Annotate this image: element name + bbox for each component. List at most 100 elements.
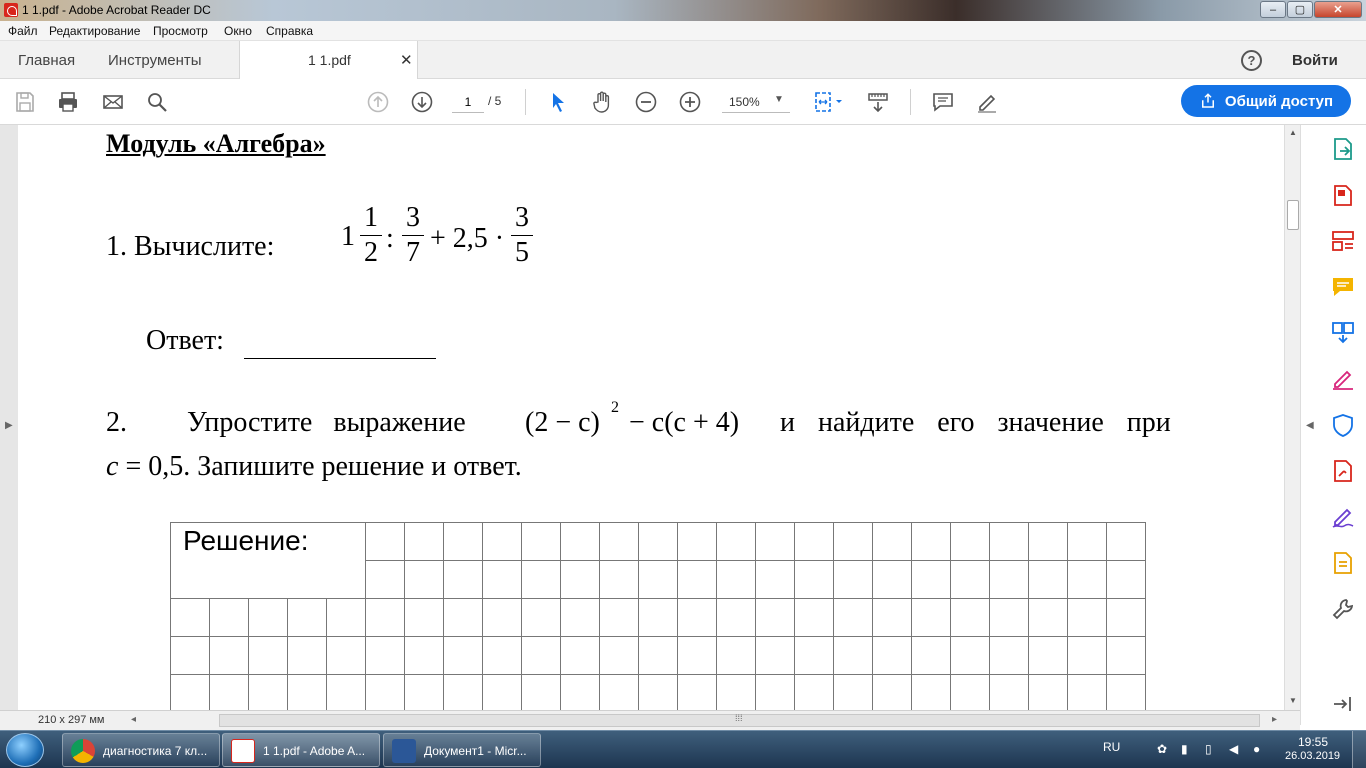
tab-document-label: 1 1.pdf xyxy=(308,52,351,68)
question-1-label: 1. Вычислите: xyxy=(106,231,275,262)
start-button[interactable] xyxy=(6,733,44,767)
taskbar-word-label: Документ1 - Micr... xyxy=(424,744,527,758)
search-icon[interactable] xyxy=(144,89,170,115)
grid-line xyxy=(677,522,678,710)
toolbar-divider xyxy=(525,89,526,115)
next-page-icon[interactable] xyxy=(409,89,435,115)
taskbar-word[interactable]: Документ1 - Micr... xyxy=(383,733,541,767)
menu-edit[interactable]: Редактирование xyxy=(49,24,140,38)
grid-line xyxy=(365,522,366,710)
protect-shield-icon[interactable] xyxy=(1330,412,1356,438)
scroll-thumb[interactable] xyxy=(1287,200,1299,230)
grid-line xyxy=(1067,522,1068,710)
window-title-bar: 1 1.pdf - Adobe Acrobat Reader DC – ▢ ✕ xyxy=(0,0,1366,21)
tray-app-icon[interactable]: ✿ xyxy=(1157,742,1171,756)
show-desktop-button[interactable] xyxy=(1352,731,1366,768)
exponent: 2 xyxy=(611,399,619,416)
scroll-right-icon[interactable]: ▸ xyxy=(1272,714,1277,725)
tools-wrench-icon[interactable] xyxy=(1330,596,1356,622)
menu-help[interactable]: Справка xyxy=(266,24,313,38)
volume-icon[interactable]: ◀ xyxy=(1229,742,1243,756)
collapse-panel-icon[interactable] xyxy=(1330,691,1356,717)
scroll-down-icon[interactable]: ▼ xyxy=(1289,696,1297,705)
create-pdf-icon[interactable] xyxy=(1330,182,1356,208)
sign-in-button[interactable]: Войти xyxy=(1292,52,1338,69)
send-signature-icon[interactable] xyxy=(1330,504,1356,530)
tab-document[interactable]: 1 1.pdf ✕ xyxy=(239,41,418,79)
horizontal-scrollbar[interactable]: ⁞⁞⁞ xyxy=(219,713,1260,727)
fraction-1-denominator: 2 xyxy=(364,237,378,268)
comment-tool-icon[interactable] xyxy=(1330,274,1356,300)
tab-tools[interactable]: Инструменты xyxy=(108,52,202,69)
network-icon[interactable]: ▮ xyxy=(1181,742,1195,756)
scroll-grip[interactable]: ⁞⁞⁞ xyxy=(735,713,743,723)
grid-line xyxy=(443,522,444,710)
grid-line xyxy=(755,522,756,710)
word-icon xyxy=(392,739,416,763)
plus-term: + 2,5 · xyxy=(430,223,505,254)
save-icon[interactable] xyxy=(12,89,38,115)
export-pdf-icon[interactable] xyxy=(1330,136,1356,162)
minimize-button[interactable]: – xyxy=(1260,1,1286,18)
right-panel-toggle-icon[interactable]: ◀ xyxy=(1306,420,1314,431)
hand-tool-icon[interactable] xyxy=(589,89,615,115)
module-heading: Модуль «Алгебра» xyxy=(106,129,326,158)
tab-bar: Главная Инструменты 1 1.pdf ✕ ? Войти xyxy=(0,41,1366,79)
tab-home[interactable]: Главная xyxy=(18,52,75,69)
notification-icon[interactable]: ● xyxy=(1253,742,1267,756)
clock-date[interactable]: 26.03.2019 xyxy=(1285,750,1340,762)
maximize-button[interactable]: ▢ xyxy=(1287,1,1313,18)
organize-pages-icon[interactable] xyxy=(1330,228,1356,254)
chrome-icon xyxy=(71,739,95,763)
share-button[interactable]: Общий доступ xyxy=(1181,85,1351,117)
highlight-pen-icon[interactable] xyxy=(974,89,1000,115)
stamp-document-icon[interactable] xyxy=(1330,550,1356,576)
email-icon[interactable] xyxy=(100,89,126,115)
page-number-input[interactable] xyxy=(452,91,484,113)
toolbar: / 5 150% ▼ Общий доступ xyxy=(0,79,1366,125)
fraction-3-denominator: 5 xyxy=(515,237,529,268)
select-tool-icon[interactable] xyxy=(545,89,571,115)
grid-line xyxy=(950,522,951,710)
expression-part-2: − c(c + 4) xyxy=(629,407,740,438)
scroll-mode-icon[interactable] xyxy=(865,89,891,115)
grid-line xyxy=(170,598,1146,599)
question-2-number: 2. xyxy=(106,407,127,438)
comment-icon[interactable] xyxy=(930,89,956,115)
scroll-up-icon[interactable]: ▲ xyxy=(1289,128,1297,137)
mixed-number-whole: 1 xyxy=(341,221,355,252)
print-icon[interactable] xyxy=(55,89,81,115)
previous-page-icon[interactable] xyxy=(365,89,391,115)
close-tab-icon[interactable]: ✕ xyxy=(400,51,413,69)
left-panel-toggle-icon[interactable]: ▶ xyxy=(5,420,13,431)
grid-line xyxy=(170,522,171,710)
menu-file[interactable]: Файл xyxy=(8,24,38,38)
menu-bar: Файл Редактирование Просмотр Окно Справк… xyxy=(0,21,1366,41)
combine-files-icon[interactable] xyxy=(1330,320,1356,346)
zoom-select[interactable]: 150% ▼ xyxy=(722,91,790,113)
menu-view[interactable]: Просмотр xyxy=(153,24,208,38)
help-icon[interactable]: ? xyxy=(1241,50,1262,71)
taskbar-chrome[interactable]: диагностика 7 кл... xyxy=(62,733,220,767)
page-fit-icon[interactable] xyxy=(810,89,846,115)
close-window-button[interactable]: ✕ xyxy=(1314,1,1362,18)
grid-line xyxy=(170,636,1146,637)
taskbar-acrobat[interactable]: 1 1.pdf - Adobe A... xyxy=(222,733,380,767)
document-viewer[interactable]: ▶ Модуль «Алгебра» 1. Вычислите: 1 1 2 :… xyxy=(0,125,1300,710)
menu-window[interactable]: Окно xyxy=(224,24,252,38)
solution-grid: Решение: xyxy=(170,522,1146,710)
zoom-out-icon[interactable] xyxy=(633,89,659,115)
fill-sign-icon[interactable] xyxy=(1330,366,1356,392)
scroll-left-icon[interactable]: ◂ xyxy=(131,714,136,725)
taskbar-chrome-label: диагностика 7 кл... xyxy=(103,744,208,758)
clock-time[interactable]: 19:55 xyxy=(1298,735,1328,749)
status-bar: 210 x 297 мм ◂ ⁞⁞⁞ ▸ xyxy=(0,710,1300,730)
grid-line xyxy=(638,522,639,710)
battery-icon[interactable]: ▯ xyxy=(1205,742,1219,756)
zoom-in-icon[interactable] xyxy=(677,89,703,115)
page-size: 210 x 297 мм xyxy=(38,714,105,726)
vertical-scrollbar[interactable]: ▲ ▼ xyxy=(1284,125,1300,710)
language-indicator[interactable]: RU xyxy=(1103,740,1120,754)
edit-pdf-icon[interactable] xyxy=(1330,458,1356,484)
fraction-2: 3 7 xyxy=(402,203,424,268)
